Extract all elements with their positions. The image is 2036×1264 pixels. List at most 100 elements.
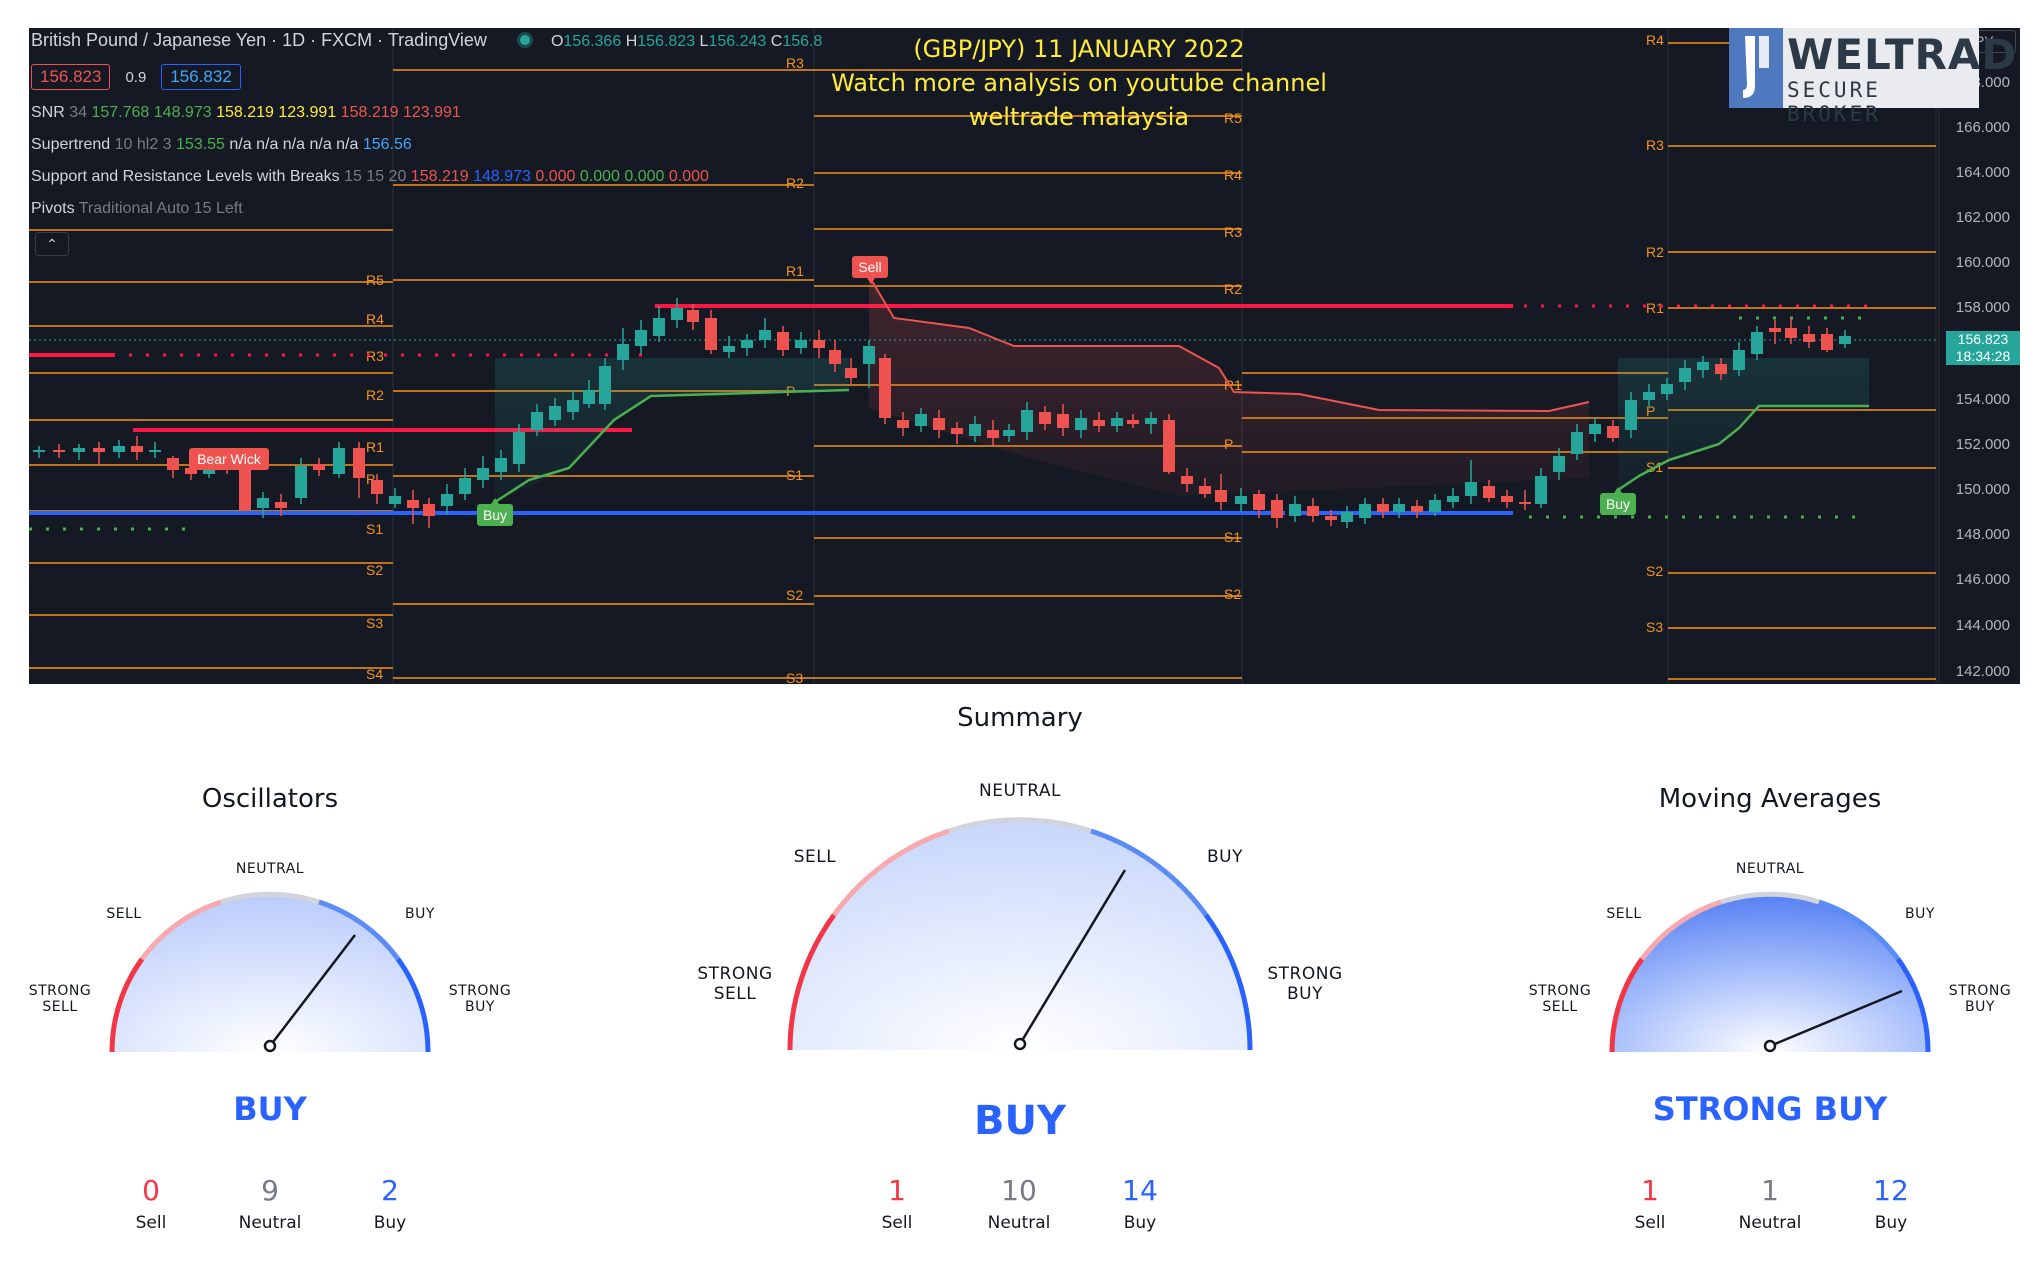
indicator-pivots[interactable]: Pivots Traditional Auto 15 Left [31,200,243,218]
svg-text:S3: S3 [786,670,803,684]
buy-signal-1: Buy [477,498,513,526]
indicator-snr[interactable]: SNR 34 157.768 148.973 158.219 123.991 1… [31,104,461,122]
candle-body [239,468,251,510]
symbol-header[interactable]: British Pound / Japanese Yen · 1D · FXCM… [31,30,822,51]
logo-tagline: SECURE BROKER [1787,78,1881,126]
sum-buy-count: 14 Buy [1122,1174,1158,1233]
candle-body [313,464,325,470]
candle-body [407,500,419,508]
buy-signal-1-label: Buy [483,507,507,523]
candle-body [1769,328,1781,332]
collapse-legend-button[interactable]: ⌃ [35,232,69,256]
price-axis-tick: 150.000 [1955,481,2010,498]
candle-body [897,420,909,428]
sell-signal: Sell [852,256,888,284]
candle-body [1039,412,1051,424]
candle-body [1679,368,1691,382]
candle-body [1751,332,1763,354]
ma-strong-buy-label: STRONG BUY [1948,983,2012,1015]
candle-body [477,468,489,480]
candle-body [93,448,105,452]
ma-verdict: STRONG BUY [1652,1090,1888,1128]
ma-neutral-count: 1 Neutral [1738,1174,1802,1233]
svg-text:R4: R4 [1224,167,1242,183]
candle-body [1465,482,1477,496]
osc-neutral-count: 9 Neutral [238,1174,302,1233]
candle-body [567,400,579,412]
candle-body [1553,456,1565,472]
price-axis-tick: 160.000 [1955,254,2010,271]
candle-body [1483,486,1495,498]
candle-body [1021,410,1033,432]
candle-body [1821,334,1833,350]
candle-body [1571,432,1583,454]
candle-body [33,450,45,452]
indicator-sr-breaks[interactable]: Support and Resistance Levels with Break… [31,168,709,186]
candle-body [635,330,647,346]
svg-text:R1: R1 [366,439,384,455]
candle-body [167,458,179,470]
ma-strong-sell-label: STRONG SELL [1528,983,1592,1015]
ma-sell-count: 1 Sell [1634,1174,1666,1233]
candle-body [671,308,683,320]
current-price-badge: 156.823 18:34:28 [1946,331,2020,365]
svg-text:S1: S1 [366,521,383,537]
moving-averages-title[interactable]: Moving Averages [1600,784,1940,814]
oscillators-title[interactable]: Oscillators [120,784,420,814]
svg-text:R2: R2 [1646,244,1664,260]
bear-wick-signal: Bear Wick [189,448,269,470]
candle-body [275,502,287,508]
candle-body [441,494,453,506]
candle-body [583,390,595,404]
ma-buy-count: 12 Buy [1873,1174,1909,1233]
summary-title: Summary [957,703,1083,733]
sum-strong-buy-label: STRONG BUY [1267,964,1343,1004]
candle-body [795,340,807,348]
svg-text:S3: S3 [1646,619,1663,635]
candle-body [1501,496,1513,502]
candle-body [759,330,771,340]
svg-text:S4: S4 [366,666,383,682]
osc-neutral-label: NEUTRAL [235,861,305,877]
overlay-line-3: weltrade malaysia [968,103,1190,131]
candle-body [1325,516,1337,520]
candle-body [333,448,345,474]
svg-text:S2: S2 [786,587,803,603]
candle-body [1271,500,1283,518]
bear-wick-label: Bear Wick [197,451,262,467]
osc-buy-label: BUY [405,906,435,922]
overlay-line-2: Watch more analysis on youtube channel [831,69,1327,97]
sum-buy-label: BUY [1207,847,1243,867]
candle-body [1429,500,1441,512]
candle-body [617,344,629,360]
candle-body [257,498,269,508]
logo-wordmark: WELTRADE [1787,30,2020,79]
candle-body [549,406,561,420]
current-price-value: 156.823 [1957,331,2009,347]
candle-body [845,368,857,378]
candle-body [1607,426,1619,438]
bid-button[interactable]: 156.823 [31,64,111,90]
ask-button[interactable]: 156.832 [161,64,241,90]
candle-body [1199,486,1211,494]
candle-body [933,418,945,430]
price-axis-tick: 146.000 [1955,571,2010,588]
candle-body [459,478,471,494]
candle-body [741,340,753,348]
candle-body [1307,506,1319,516]
candle-body [1839,336,1851,344]
sum-sell-label: SELL [793,847,837,867]
candle-body [1697,362,1709,370]
svg-text:S3: S3 [366,615,383,631]
price-chart-panel[interactable]: R5R4R3 R2R1P S1S2S3S4 R3R2R1 PS1S2S3 R5R… [29,28,2020,684]
symbol-title[interactable]: British Pound / Japanese Yen · 1D · FXCM… [31,30,487,50]
indicator-supertrend[interactable]: Supertrend 10 hl2 3 153.55 n/a n/a n/a n… [31,136,412,154]
candle-body [389,496,401,504]
live-dot-icon [519,35,530,45]
candle-body [723,346,735,352]
candle-body [1341,512,1353,522]
oscillators-verdict: BUY [233,1090,307,1128]
candle-body [1215,490,1227,502]
candle-body [1377,504,1389,512]
candle-body [705,318,717,350]
